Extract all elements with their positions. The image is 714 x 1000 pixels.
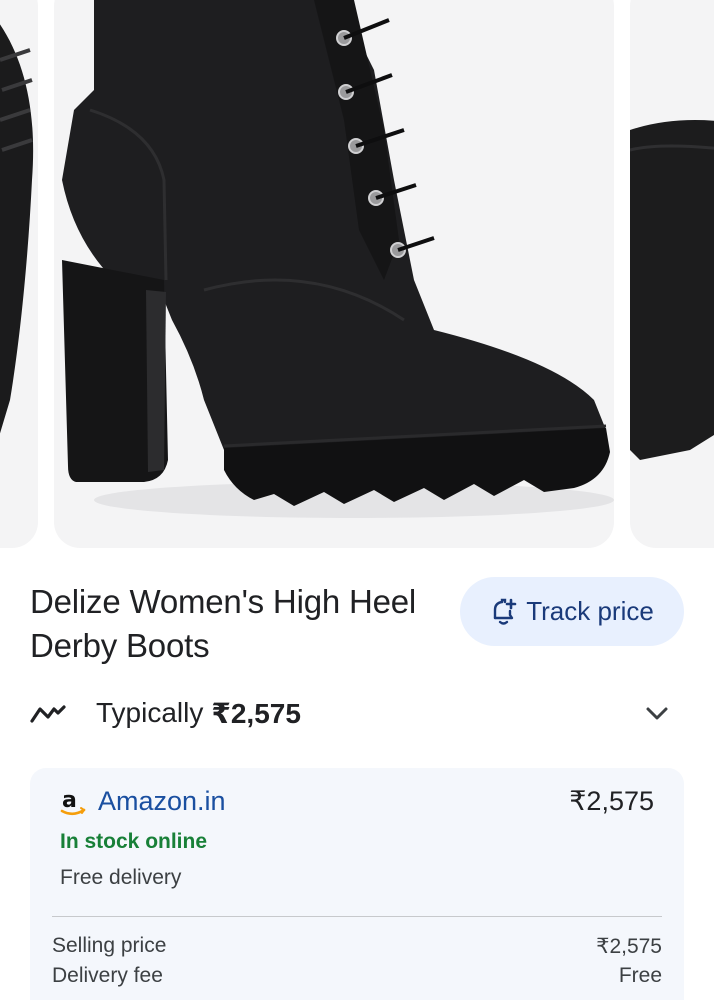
bell-plus-icon (490, 597, 518, 627)
chevron-down-icon[interactable] (644, 700, 670, 726)
delivery-info: Free delivery (60, 866, 182, 889)
seller-offer-card[interactable]: a Amazon.in ₹2,575 In stock online Free … (30, 768, 684, 1000)
boot-illustration (62, 0, 614, 518)
row-value: ₹2,575 (596, 935, 662, 958)
typical-label: Typically (96, 697, 204, 728)
seller-header: a Amazon.in (60, 786, 226, 817)
track-price-button[interactable]: Track price (460, 577, 684, 646)
typical-price-row[interactable]: Typically ₹2,575 (30, 690, 684, 736)
previous-product-image[interactable] (0, 0, 38, 548)
seller-price: ₹2,575 (569, 786, 654, 816)
track-price-label: Track price (526, 596, 654, 626)
price-breakdown-row: Selling price ₹2,575 (52, 934, 662, 959)
product-title: Delize Women's High Heel Derby Boots (30, 583, 417, 664)
price-breakdown-row: Delivery fee Free (52, 964, 662, 988)
row-label: Delivery fee (52, 964, 163, 987)
product-image-carousel[interactable] (0, 0, 714, 552)
trend-line-icon (30, 701, 66, 725)
main-product-image[interactable] (54, 0, 614, 548)
amazon-logo-icon: a (60, 787, 86, 817)
row-value: Free (618, 964, 662, 987)
next-product-image[interactable] (630, 0, 714, 548)
typical-price: ₹2,575 (211, 697, 301, 729)
seller-name-link[interactable]: Amazon.in (98, 786, 226, 817)
stock-status: In stock online (60, 830, 208, 853)
svg-text:a: a (62, 788, 77, 813)
row-label: Selling price (52, 934, 167, 957)
divider (52, 916, 662, 917)
